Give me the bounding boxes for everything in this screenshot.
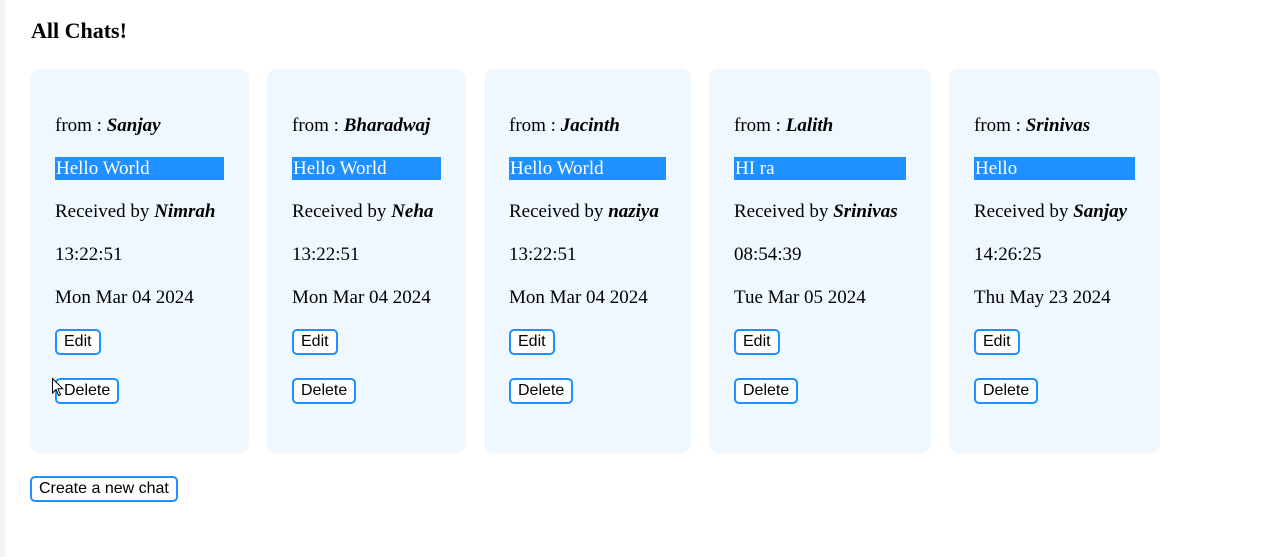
chat-card: from : Jacinth Hello World Received by n… (484, 69, 691, 453)
chat-receiver: Received by Srinivas (734, 200, 931, 243)
chat-time: 13:22:51 (509, 244, 577, 265)
chat-message: Hello (974, 157, 1135, 180)
chat-from: from : Srinivas (974, 114, 1160, 157)
chat-message: HI ra (734, 157, 906, 180)
chat-receiver: Received by Nimrah (55, 200, 249, 243)
edit-button[interactable]: Edit (292, 329, 338, 355)
chat-message: Hello World (292, 157, 441, 180)
delete-button[interactable]: Delete (292, 378, 357, 404)
chat-message: Hello World (509, 157, 666, 180)
edit-button[interactable]: Edit (734, 329, 780, 355)
delete-button[interactable]: Delete (55, 378, 120, 404)
delete-button[interactable]: Delete (974, 378, 1039, 404)
chat-card-list: from : Sanjay Hello World Received by Ni… (30, 69, 1160, 453)
received-by-label: Received by (55, 201, 155, 222)
chat-from: from : Bharadwaj (292, 114, 466, 157)
chat-date: Tue Mar 05 2024 (734, 287, 866, 308)
sender-name: Srinivas (1025, 115, 1091, 136)
from-label: from : (509, 115, 561, 136)
received-by-label: Received by (509, 201, 609, 222)
mouse-pointer-icon (52, 377, 65, 397)
chat-from: from : Jacinth (509, 114, 691, 157)
from-label: from : (55, 115, 107, 136)
chat-time: 14:26:25 (974, 244, 1042, 265)
chat-from: from : Lalith (734, 114, 931, 157)
chat-card: from : Lalith HI ra Received by Srinivas… (709, 69, 931, 453)
create-chat-button[interactable]: Create a new chat (30, 476, 178, 502)
chat-date: Mon Mar 04 2024 (509, 287, 648, 308)
edit-button[interactable]: Edit (55, 329, 101, 355)
page-title: All Chats! (31, 18, 127, 43)
chat-time: 13:22:51 (292, 244, 360, 265)
sender-name: Lalith (785, 115, 834, 136)
page-edge (0, 0, 5, 557)
from-label: from : (292, 115, 344, 136)
chat-card: from : Srinivas Hello Received by Sanjay… (949, 69, 1160, 453)
chat-receiver: Received by Neha (292, 200, 466, 243)
sender-name: Sanjay (106, 115, 161, 136)
edit-button[interactable]: Edit (974, 329, 1020, 355)
from-label: from : (974, 115, 1026, 136)
received-by-label: Received by (292, 201, 392, 222)
receiver-name: Sanjay (1073, 201, 1128, 222)
receiver-name: Nimrah (154, 201, 216, 222)
edit-button[interactable]: Edit (509, 329, 555, 355)
chat-date: Mon Mar 04 2024 (292, 287, 431, 308)
receiver-name: Srinivas (833, 201, 898, 222)
chat-receiver: Received by naziya (509, 200, 691, 243)
chat-card: from : Bharadwaj Hello World Received by… (267, 69, 466, 453)
delete-button[interactable]: Delete (734, 378, 799, 404)
sender-name: Bharadwaj (343, 115, 431, 136)
received-by-label: Received by (974, 201, 1074, 222)
delete-button[interactable]: Delete (509, 378, 574, 404)
sender-name: Jacinth (560, 115, 620, 136)
chat-message: Hello World (55, 157, 224, 180)
from-label: from : (734, 115, 786, 136)
chat-time: 08:54:39 (734, 244, 802, 265)
chat-receiver: Received by Sanjay (974, 200, 1160, 243)
chat-time: 13:22:51 (55, 244, 123, 265)
chat-date: Thu May 23 2024 (974, 287, 1111, 308)
chat-from: from : Sanjay (55, 114, 249, 157)
received-by-label: Received by (734, 201, 834, 222)
receiver-name: naziya (608, 201, 659, 222)
chat-date: Mon Mar 04 2024 (55, 287, 194, 308)
receiver-name: Neha (391, 201, 434, 222)
